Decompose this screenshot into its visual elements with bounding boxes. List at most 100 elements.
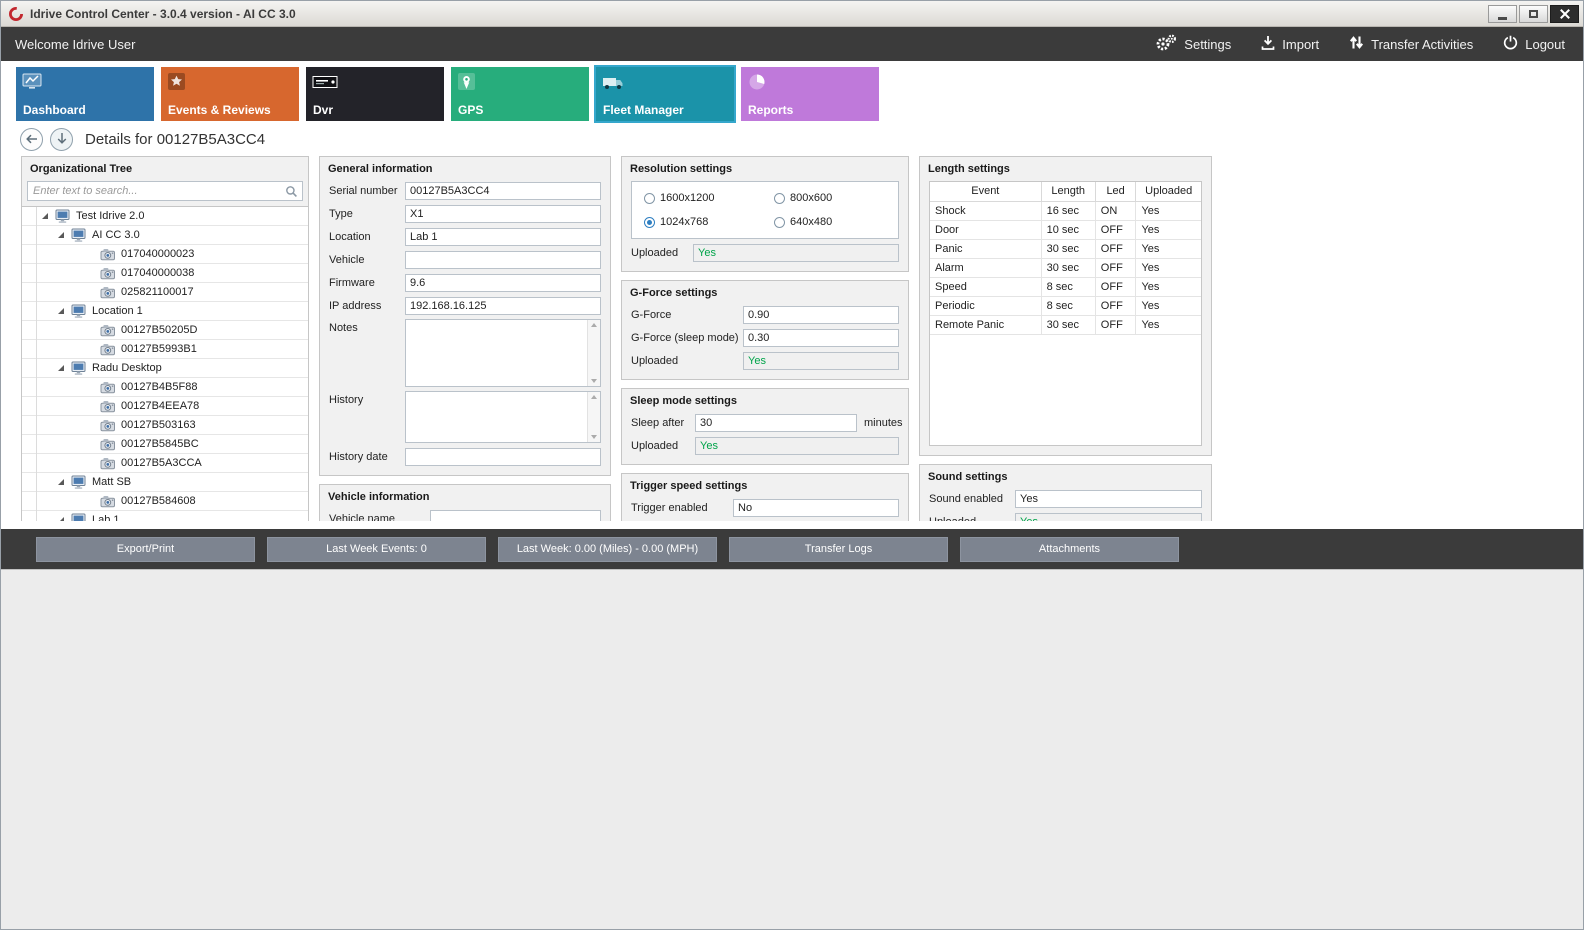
length-column-header[interactable]: Uploaded xyxy=(1136,182,1201,201)
tree-group-row[interactable]: Lab 1 xyxy=(22,511,308,521)
history-date-input[interactable] xyxy=(405,448,601,466)
tab-dashboard[interactable]: Dashboard xyxy=(16,67,154,121)
length-table-row[interactable]: Periodic8 secOFFYes xyxy=(930,296,1201,315)
tree-group-row[interactable]: Test Idrive 2.0 xyxy=(22,207,308,226)
length-table-row[interactable]: Shock16 secONYes xyxy=(930,201,1201,220)
maximize-button[interactable] xyxy=(1519,5,1548,23)
tree-row-indicator xyxy=(22,511,36,521)
tree-device-row[interactable]: 00127B584608 xyxy=(22,492,308,511)
scroll-down-button[interactable] xyxy=(50,128,73,151)
tab-reports[interactable]: Reports xyxy=(741,67,879,121)
group-computer-icon xyxy=(71,228,87,243)
ip-address-input[interactable] xyxy=(405,297,601,315)
settings-button[interactable]: Settings xyxy=(1154,34,1231,54)
last-week-events-button[interactable]: Last Week Events: 0 xyxy=(267,537,486,562)
tab-fleet-manager[interactable]: Fleet Manager xyxy=(596,67,734,121)
length-table-row[interactable]: Remote Panic30 secOFFYes xyxy=(930,315,1201,334)
radio-option-1600x1200[interactable]: 1600x1200 xyxy=(644,192,766,204)
length-table-row[interactable]: Alarm30 secOFFYes xyxy=(930,258,1201,277)
resolution-uploaded-input[interactable] xyxy=(693,244,899,262)
location-input[interactable] xyxy=(405,228,601,246)
panel-title: Vehicle information xyxy=(320,485,610,509)
welcome-text: Welcome Idrive User xyxy=(15,37,1124,52)
length-table-row[interactable]: Speed8 secOFFYes xyxy=(930,277,1201,296)
tree-row-indicator xyxy=(22,454,36,472)
radio-button[interactable] xyxy=(774,193,785,204)
minimize-button[interactable] xyxy=(1488,5,1517,23)
tree-row-content: 00127B584608 xyxy=(36,492,308,510)
serial-number-input[interactable] xyxy=(405,182,601,200)
tree-group-row[interactable]: AI CC 3.0 xyxy=(22,226,308,245)
uploaded-input[interactable] xyxy=(743,352,899,370)
sound-enabled-input[interactable] xyxy=(1015,490,1202,508)
tree-row-indicator xyxy=(22,397,36,415)
tab-gps[interactable]: GPS xyxy=(451,67,589,121)
history-textarea[interactable] xyxy=(406,392,587,442)
length-table-row[interactable]: Door10 secOFFYes xyxy=(930,220,1201,239)
notes-textarea[interactable] xyxy=(406,320,587,386)
tree-expander-icon[interactable] xyxy=(42,213,48,219)
vehicle-input[interactable] xyxy=(405,251,601,269)
textarea-scrollbar[interactable] xyxy=(587,392,600,442)
radio-button[interactable] xyxy=(644,217,655,228)
radio-option-640x480[interactable]: 640x480 xyxy=(774,216,886,228)
length-column-header[interactable]: Length xyxy=(1041,182,1095,201)
back-button[interactable] xyxy=(20,128,43,151)
tree-group-row[interactable]: Location 1 xyxy=(22,302,308,321)
close-button[interactable] xyxy=(1550,5,1579,23)
tree-device-row[interactable]: 00127B50205D xyxy=(22,321,308,340)
field-row-trigger-enabled: Trigger enabled xyxy=(631,498,899,517)
last-week-miles-button[interactable]: Last Week: 0.00 (Miles) - 0.00 (MPH) xyxy=(498,537,717,562)
firmware-input[interactable] xyxy=(405,274,601,292)
radio-option-1024x768[interactable]: 1024x768 xyxy=(644,216,766,228)
attachments-button[interactable]: Attachments xyxy=(960,537,1179,562)
tree-row-content: 017040000038 xyxy=(36,264,308,282)
tree-device-row[interactable]: 025821100017 xyxy=(22,283,308,302)
uploaded-input[interactable] xyxy=(695,437,899,455)
tab-dvr[interactable]: Dvr xyxy=(306,67,444,121)
export-print-button[interactable]: Export/Print xyxy=(36,537,255,562)
tree-expander-icon[interactable] xyxy=(58,308,64,314)
tree-device-row[interactable]: 00127B4EEA78 xyxy=(22,397,308,416)
scroll-down-icon[interactable] xyxy=(591,379,597,383)
scroll-up-icon[interactable] xyxy=(591,323,597,327)
tree-device-row[interactable]: 017040000038 xyxy=(22,264,308,283)
length-table-row[interactable]: Panic30 secOFFYes xyxy=(930,239,1201,258)
length-column-header[interactable]: Led xyxy=(1095,182,1136,201)
textarea-scrollbar[interactable] xyxy=(587,320,600,386)
logout-button[interactable]: Logout xyxy=(1503,35,1565,53)
uploaded-input[interactable] xyxy=(1015,513,1202,522)
transfer-logs-button[interactable]: Transfer Logs xyxy=(729,537,948,562)
tree-device-row[interactable]: 00127B5845BC xyxy=(22,435,308,454)
length-column-header[interactable]: Event xyxy=(930,182,1041,201)
tree-expander-icon[interactable] xyxy=(58,365,64,371)
tree-expander-icon[interactable] xyxy=(58,232,64,238)
type-input[interactable] xyxy=(405,205,601,223)
tree-row-content: Radu Desktop xyxy=(36,359,308,377)
tree-group-row[interactable]: Matt SB xyxy=(22,473,308,492)
g-force-input[interactable] xyxy=(743,306,899,324)
tree-device-row[interactable]: 00127B4B5F88 xyxy=(22,378,308,397)
scroll-up-icon[interactable] xyxy=(591,395,597,399)
trigger-enabled-input[interactable] xyxy=(733,499,899,517)
tree-device-row[interactable]: 00127B5993B1 xyxy=(22,340,308,359)
g-force-sleep-mode-input[interactable] xyxy=(743,329,899,347)
sleep-after-input[interactable] xyxy=(695,414,857,432)
tree-expander-icon[interactable] xyxy=(58,479,64,485)
tree-device-row[interactable]: 00127B5A3CCA xyxy=(22,454,308,473)
tab-events-reviews[interactable]: Events & Reviews xyxy=(161,67,299,121)
radio-button[interactable] xyxy=(774,217,785,228)
tree-group-row[interactable]: Radu Desktop xyxy=(22,359,308,378)
tree-device-row[interactable]: 00127B503163 xyxy=(22,416,308,435)
radio-button[interactable] xyxy=(644,193,655,204)
tree-search-input[interactable] xyxy=(27,181,303,201)
vehicle-name-input[interactable] xyxy=(430,510,601,522)
title-bar: Idrive Control Center - 3.0.4 version - … xyxy=(1,1,1583,27)
tree-expander-icon[interactable] xyxy=(58,517,64,521)
transfer-activities-button[interactable]: Transfer Activities xyxy=(1349,35,1473,53)
import-button[interactable]: Import xyxy=(1261,35,1319,53)
tree-device-row[interactable]: 017040000023 xyxy=(22,245,308,264)
search-icon[interactable] xyxy=(285,185,298,203)
radio-option-800x600[interactable]: 800x600 xyxy=(774,192,886,204)
scroll-down-icon[interactable] xyxy=(591,435,597,439)
